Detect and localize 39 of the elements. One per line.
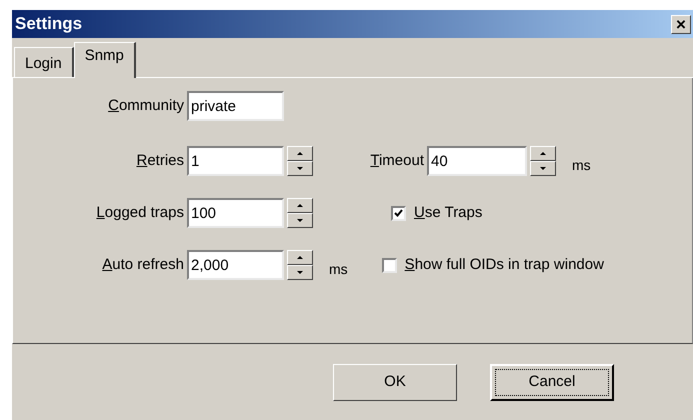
checkbox-label: Use Traps [414,202,482,223]
field-label: Timeout [370,150,424,171]
spin-down-button[interactable] [287,265,313,280]
up-arrow-icon [297,152,303,155]
field-label: Auto refresh [102,254,184,275]
up-arrow-icon [540,152,546,155]
field-label: Retries [136,150,184,171]
community-field[interactable]: private [187,91,284,121]
up-arrow-icon [297,204,303,207]
checkbox[interactable] [382,258,397,272]
timeout-field[interactable]: 40 [427,146,527,176]
spin-down-button[interactable] [530,161,556,176]
spin-up-button[interactable] [287,250,313,265]
down-arrow-icon [540,167,546,170]
down-arrow-icon [297,167,303,170]
checkbox-label: Show full OIDs in trap window [404,254,604,275]
retries-field[interactable]: 1 [187,146,284,176]
spin-up-button[interactable] [287,146,313,161]
spin-up-button[interactable] [287,198,313,213]
spin-down-button[interactable] [287,161,313,176]
auto-refresh-field[interactable]: 2,000 [187,250,284,280]
window-title: Settings [15,13,82,36]
up-arrow-icon [297,256,303,259]
field-label: Community [108,96,184,116]
close-button[interactable]: × [671,14,691,34]
logged-traps-field[interactable]: 100 [187,198,284,228]
unit-label: ms [572,156,591,174]
checkbox[interactable] [391,206,406,220]
down-arrow-icon [297,219,303,222]
tab[interactable]: Snmp [74,42,136,78]
check-icon [394,209,403,217]
spin-up-button[interactable] [530,146,556,161]
unit-label: ms [329,260,348,278]
dialog-button[interactable]: Cancel [490,364,614,401]
spin-down-button[interactable] [287,213,313,228]
down-arrow-icon [297,271,303,274]
field-label: Logged traps [96,202,184,223]
dialog-button[interactable]: OK [333,364,457,401]
tab[interactable]: Login [14,47,74,77]
